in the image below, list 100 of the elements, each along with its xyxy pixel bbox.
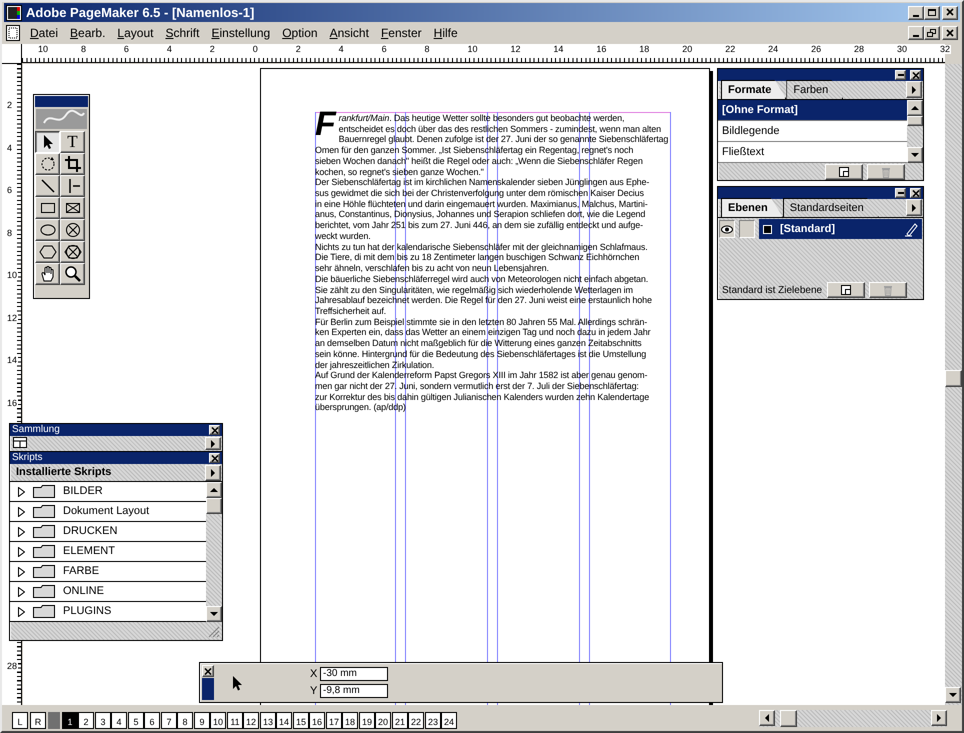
palette-minimize-button[interactable] — [895, 188, 906, 198]
script-folder-item[interactable]: PLUGINS — [10, 602, 206, 622]
menu-item[interactable]: Bearb. — [64, 24, 112, 42]
vertical-scrollbar[interactable] — [945, 64, 962, 705]
palette-title-bar[interactable]: Sammlung — [10, 424, 222, 436]
minimize-button[interactable] — [908, 6, 924, 20]
scroll-thumb[interactable] — [945, 370, 962, 387]
script-folder-item[interactable]: Dokument Layout — [10, 502, 206, 522]
coordinate-field[interactable]: -30 mm — [320, 667, 388, 682]
script-folder-item[interactable]: DRUCKEN — [10, 522, 206, 542]
scroll-thumb[interactable] — [780, 710, 797, 727]
delete-button[interactable] — [867, 164, 905, 180]
document-minimize-button[interactable] — [908, 26, 924, 40]
master-page-icon[interactable]: R — [30, 712, 46, 729]
hand-tool[interactable] — [35, 263, 60, 285]
menu-item[interactable]: Layout — [111, 24, 160, 42]
palette-tab[interactable]: Formate — [721, 80, 786, 99]
maximize-button[interactable] — [924, 6, 940, 20]
script-folder-item[interactable]: BILDER — [10, 482, 206, 502]
script-folder-item[interactable]: FARBE — [10, 562, 206, 582]
page-icon[interactable]: 23 — [425, 712, 441, 729]
scroll-thumb[interactable] — [206, 498, 222, 514]
list-scrollbar[interactable] — [206, 482, 222, 622]
page-icon[interactable]: 12 — [243, 712, 259, 729]
style-item[interactable]: [Ohne Format] — [718, 100, 907, 121]
palette-menu-button[interactable] — [906, 81, 922, 98]
palette-minimize-button[interactable] — [895, 70, 906, 80]
zoom-tool[interactable] — [60, 263, 85, 285]
menu-item[interactable]: Schrift — [159, 24, 206, 42]
menu-item[interactable]: Ansicht — [324, 24, 375, 42]
page-icon[interactable]: 24 — [441, 712, 457, 729]
polygon-tool[interactable] — [35, 241, 60, 263]
page-icon[interactable]: 1 — [62, 712, 78, 729]
scroll-down-button[interactable] — [945, 687, 961, 703]
polygon-frame-tool[interactable] — [60, 241, 85, 263]
menu-item[interactable]: Einstellung — [205, 24, 276, 42]
page-icon[interactable]: 17 — [326, 712, 342, 729]
page-icon[interactable]: 4 — [111, 712, 127, 729]
palette-close-button[interactable] — [209, 453, 220, 463]
close-button[interactable] — [942, 6, 958, 20]
visibility-toggle[interactable] — [719, 220, 735, 238]
text-tool[interactable]: T — [60, 131, 85, 153]
menu-item[interactable]: Datei — [24, 24, 64, 42]
scroll-left-button[interactable] — [759, 710, 775, 726]
resize-grip-icon[interactable] — [208, 626, 220, 638]
page-icon[interactable]: 11 — [227, 712, 243, 729]
layer-item[interactable]: [Standard] — [759, 219, 922, 239]
delete-button[interactable] — [869, 282, 907, 298]
palette-close-button[interactable] — [910, 70, 921, 80]
ellipse-frame-tool[interactable] — [60, 219, 85, 241]
scroll-up-button[interactable] — [907, 100, 923, 116]
palette-title-bar[interactable] — [718, 187, 923, 199]
scroll-thumb[interactable] — [907, 116, 923, 126]
crop-tool[interactable] — [60, 153, 85, 175]
palette-tab[interactable]: Ebenen — [721, 198, 783, 217]
list-scrollbar[interactable] — [907, 100, 923, 163]
document-close-button[interactable] — [942, 26, 958, 40]
script-folder-item[interactable]: ELEMENT — [10, 542, 206, 562]
palette-close-button[interactable] — [209, 425, 220, 435]
page-icon[interactable]: 7 — [161, 712, 177, 729]
menu-item[interactable]: Fenster — [374, 24, 428, 42]
constrained-line-tool[interactable] — [60, 175, 85, 197]
page-icon[interactable]: 16 — [309, 712, 325, 729]
page-icon[interactable]: 9 — [194, 712, 210, 729]
script-folder-item[interactable]: ONLINE — [10, 582, 206, 602]
new-item-button[interactable] — [827, 282, 865, 298]
rectangle-tool[interactable] — [35, 197, 60, 219]
style-item[interactable]: Fließtext — [718, 142, 907, 163]
style-item[interactable]: Bildlegende — [718, 121, 907, 142]
scroll-down-button[interactable] — [206, 606, 222, 622]
scroll-right-button[interactable] — [931, 710, 947, 726]
coordinate-field[interactable]: -9,8 mm — [320, 684, 388, 698]
page-icon[interactable]: 3 — [95, 712, 111, 729]
ellipse-tool[interactable] — [35, 219, 60, 241]
line-tool[interactable] — [35, 175, 60, 197]
ruler-origin[interactable] — [2, 44, 22, 64]
page-icon[interactable]: 18 — [342, 712, 358, 729]
menu-item[interactable]: Option — [276, 24, 324, 42]
palette-menu-button[interactable] — [906, 199, 922, 216]
rectangle-frame-tool[interactable] — [60, 197, 85, 219]
page-icon[interactable]: 20 — [375, 712, 391, 729]
new-item-button[interactable] — [825, 164, 863, 180]
page-icon[interactable]: 15 — [293, 712, 309, 729]
palette-menu-button[interactable] — [205, 464, 221, 480]
page-icon[interactable]: 14 — [276, 712, 292, 729]
page-icon[interactable]: 21 — [392, 712, 408, 729]
page-icon[interactable]: 2 — [78, 712, 94, 729]
master-page-icon[interactable]: L — [12, 712, 28, 729]
menu-item[interactable]: Hilfe — [428, 24, 464, 42]
pointer-tool[interactable] — [35, 131, 60, 153]
page-icon[interactable]: 6 — [144, 712, 160, 729]
palette-title-bar[interactable]: Skripts — [10, 452, 222, 464]
scroll-up-button[interactable] — [206, 482, 222, 498]
page-icon[interactable]: 8 — [177, 712, 193, 729]
page-icon[interactable]: 13 — [260, 712, 276, 729]
palette-title-bar[interactable] — [718, 69, 923, 81]
lock-toggle[interactable] — [739, 220, 755, 238]
palette-close-button[interactable] — [910, 188, 921, 198]
page-icon[interactable]: 10 — [210, 712, 226, 729]
horizontal-scrollbar[interactable] — [759, 710, 947, 727]
